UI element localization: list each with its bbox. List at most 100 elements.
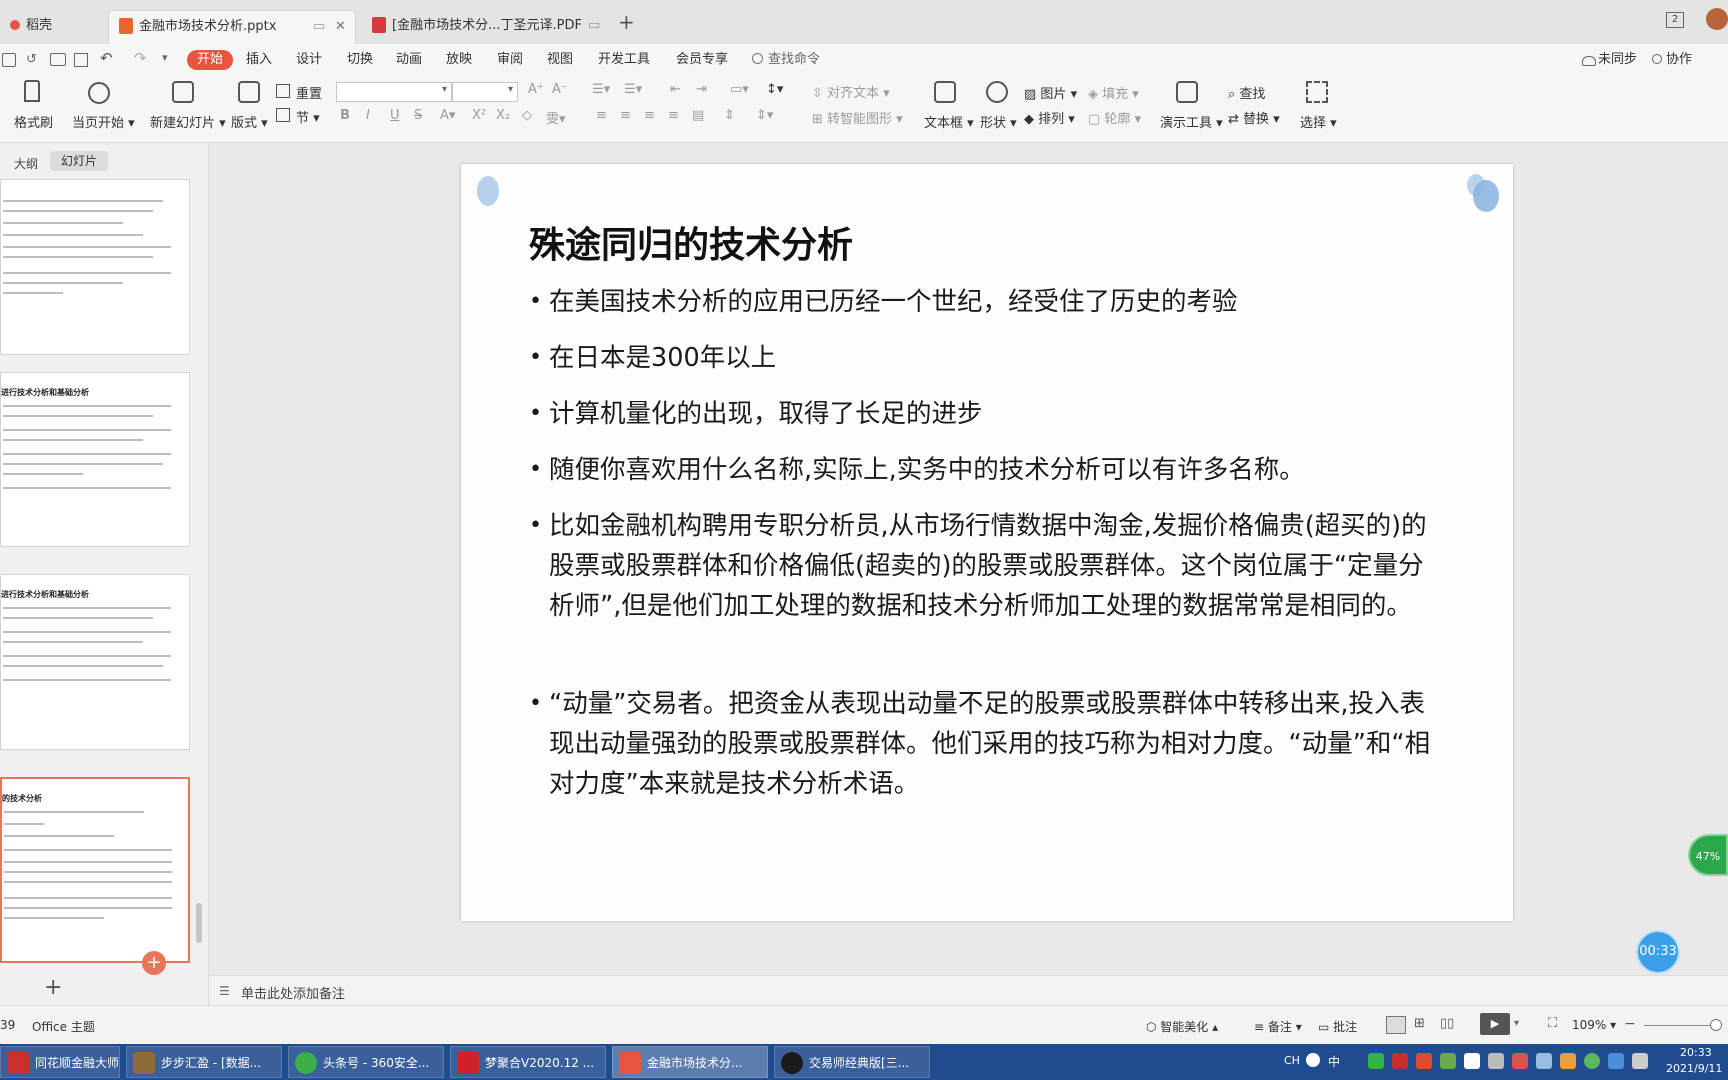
slide-bullet[interactable]: • 在日本是300年以上 <box>529 338 1449 378</box>
print-icon[interactable] <box>50 53 66 66</box>
theme-name[interactable]: Office 主题 <box>32 1018 95 1035</box>
decrease-font-icon[interactable]: A⁻ <box>552 82 568 97</box>
smart-beautify-button[interactable]: ⬡ 智能美化 ▴ <box>1146 1018 1218 1035</box>
align-right-icon[interactable]: ≡ <box>644 108 655 123</box>
tab-outline[interactable]: 大纲 <box>14 155 38 172</box>
comments-button[interactable]: ▭ 批注 <box>1318 1018 1357 1035</box>
sync-status[interactable]: 未同步 <box>1598 50 1637 70</box>
fit-window-icon[interactable]: ⛶ <box>1548 1016 1557 1031</box>
performance-percent-widget[interactable]: 47% <box>1688 834 1728 876</box>
subscript-icon[interactable]: X₂ <box>496 108 510 123</box>
ime-mode[interactable]: 中 <box>1328 1053 1340 1070</box>
reset-button[interactable]: 重置 <box>296 83 322 102</box>
timer-widget[interactable]: 00:33 <box>1636 930 1680 974</box>
tray-app-icon[interactable] <box>1512 1053 1528 1069</box>
slide-bullet[interactable]: • 计算机量化的出现，取得了长足的进步 <box>529 394 1449 434</box>
tray-app-icon[interactable] <box>1536 1053 1552 1069</box>
menu-insert[interactable]: 插入 <box>246 50 272 70</box>
align-left-icon[interactable]: ≡ <box>596 108 607 123</box>
bullets-icon[interactable]: ☰▾ <box>592 82 610 97</box>
menu-developer[interactable]: 开发工具 <box>598 50 650 70</box>
tab-pptx-document[interactable]: 金融市场技术分析.pptx ▭ ✕ <box>108 10 356 45</box>
textbox-button[interactable]: 文本框 ▾ <box>924 112 974 131</box>
increase-font-icon[interactable]: A⁺ <box>528 82 544 97</box>
tray-app-icon[interactable] <box>1584 1053 1600 1069</box>
tab-docer[interactable]: 稻壳 <box>0 10 100 44</box>
add-slide-badge-icon[interactable]: + <box>142 951 166 975</box>
slide[interactable]: 殊途同归的技术分析 • 在美国技术分析的应用已历经一个世纪，经受住了历史的考验 •… <box>461 164 1513 921</box>
slide-title[interactable]: 殊途同归的技术分析 <box>529 216 853 268</box>
notes-pane[interactable]: ☰ 单击此处添加备注 <box>209 975 1728 1006</box>
italic-icon[interactable]: I <box>366 108 370 123</box>
redo-icon[interactable]: ↷ <box>134 49 147 67</box>
superscript-icon[interactable]: X² <box>472 108 486 123</box>
slide-thumbnail[interactable]: 进行技术分析和基础分析 <box>0 574 190 750</box>
tab-slides[interactable]: 幻灯片 <box>50 151 108 171</box>
menu-slideshow[interactable]: 放映 <box>446 50 472 70</box>
presenter-tools-button[interactable]: 演示工具 ▾ <box>1160 112 1223 131</box>
notes-placeholder[interactable]: 单击此处添加备注 <box>241 983 345 1002</box>
clock-date[interactable]: 2021/9/11 <box>1666 1062 1722 1075</box>
font-color-icon[interactable]: A▾ <box>440 108 455 123</box>
outline-button[interactable]: ▢ 轮廓 ▾ <box>1088 108 1141 127</box>
input-method-icon[interactable] <box>1306 1053 1320 1067</box>
increase-indent-icon[interactable]: ⇥ <box>696 82 707 97</box>
distribute-icon[interactable]: ▤ <box>692 108 704 123</box>
align-center-icon[interactable]: ≡ <box>620 108 631 123</box>
slide-sorter-icon[interactable]: ⊞ <box>1414 1016 1425 1031</box>
wechat-tray-icon[interactable] <box>1368 1053 1384 1069</box>
phonetic-icon[interactable]: 雯▾ <box>546 108 566 127</box>
volume-icon[interactable] <box>1632 1053 1648 1069</box>
play-slideshow-icon[interactable]: ▶ <box>1480 1013 1510 1035</box>
tray-app-icon[interactable] <box>1488 1053 1504 1069</box>
sort-icon[interactable]: ↕▾ <box>766 82 783 97</box>
slide-thumbnail-selected[interactable]: 的技术分析 <box>0 777 190 963</box>
tab-pdf-document[interactable]: [金融市场技术分...丁圣元译.PDF ▭ <box>362 10 608 44</box>
arrange-button[interactable]: ◆ 排列 ▾ <box>1024 108 1075 127</box>
slide-bullet[interactable]: • “动量”交易者。把资金从表现出动量不足的股票或股票群体中转移出来,投入表现出动… <box>529 684 1449 804</box>
paragraph-spacing-icon[interactable]: ⇕▾ <box>756 108 773 123</box>
align-text-button[interactable]: ⇳ 对齐文本 ▾ <box>812 82 890 101</box>
tray-app-icon[interactable] <box>1440 1053 1456 1069</box>
replace-button[interactable]: ⇄ 替换 ▾ <box>1228 108 1280 127</box>
add-slide-button[interactable]: + <box>44 975 62 1000</box>
zoom-out-icon[interactable]: − <box>1624 1016 1636 1032</box>
zoom-level[interactable]: 109% ▾ <box>1572 1018 1616 1032</box>
clear-format-icon[interactable]: ◇ <box>522 108 532 123</box>
slideshow-dropdown-icon[interactable]: ▾ <box>1514 1018 1519 1029</box>
slide-bullet[interactable]: • 在美国技术分析的应用已历经一个世纪，经受住了历史的考验 <box>529 282 1449 322</box>
new-slide-button[interactable]: 新建幻灯片 ▾ <box>150 112 226 131</box>
tray-app-icon[interactable] <box>1464 1053 1480 1069</box>
line-spacing-icon[interactable]: ⇕ <box>724 108 735 123</box>
picture-button[interactable]: ▨ 图片 ▾ <box>1024 83 1077 102</box>
taskbar-app[interactable]: 同花顺金融大师 -... <box>0 1046 120 1078</box>
font-family-select[interactable]: ▾ <box>336 82 452 102</box>
command-search[interactable]: 查找命令 <box>768 50 820 70</box>
play-from-current-button[interactable]: 当页开始 ▾ <box>72 112 135 131</box>
find-button[interactable]: ⌕ 查找 <box>1228 83 1265 102</box>
menu-home[interactable]: 开始 <box>187 50 234 70</box>
taskbar-app[interactable]: 头条号 - 360安全... <box>288 1046 444 1078</box>
taskbar-app[interactable]: 交易师经典版[三... <box>774 1046 930 1078</box>
menu-transitions[interactable]: 切换 <box>347 50 373 70</box>
restore-tab-icon[interactable]: ▭ <box>588 10 600 42</box>
tray-app-icon[interactable] <box>1560 1053 1576 1069</box>
menu-member[interactable]: 会员专享 <box>676 50 728 70</box>
format-painter-button[interactable]: 格式刷 <box>14 112 53 131</box>
font-size-select[interactable]: ▾ <box>452 82 518 102</box>
bold-icon[interactable]: B <box>340 108 350 123</box>
tray-app-icon[interactable] <box>1608 1053 1624 1069</box>
shape-button[interactable]: 形状 ▾ <box>980 112 1017 131</box>
zoom-slider[interactable] <box>1644 1025 1714 1026</box>
decrease-indent-icon[interactable]: ⇤ <box>670 82 681 97</box>
collaborate-button[interactable]: 协作 <box>1666 50 1692 70</box>
notes-toggle-button[interactable]: ≡ 备注 ▾ <box>1254 1018 1302 1035</box>
wps-tray-icon[interactable] <box>1392 1053 1408 1069</box>
slide-bullet[interactable]: • 随便你喜欢用什么名称,实际上,实务中的技术分析可以有许多名称。 <box>529 450 1449 490</box>
close-tab-icon[interactable]: ✕ <box>335 11 346 43</box>
numbering-icon[interactable]: ☰▾ <box>624 82 642 97</box>
layout-button[interactable]: 版式 ▾ <box>231 112 268 131</box>
zoom-slider-thumb[interactable] <box>1710 1019 1722 1031</box>
select-button[interactable]: 选择 ▾ <box>1300 112 1337 131</box>
taskbar-app[interactable]: 步步汇盈 - [数据... <box>126 1046 282 1078</box>
